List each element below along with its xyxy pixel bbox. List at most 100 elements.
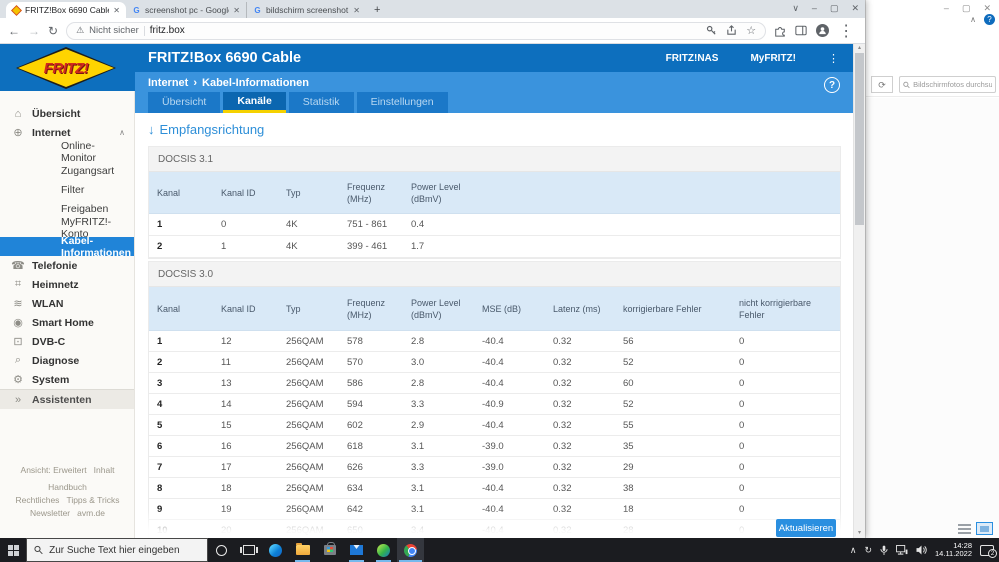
table-row: 5 15 256QAM 602 2.9 -40.4 0.32 55 0: [149, 415, 840, 436]
address-bar[interactable]: ⚠ Nicht sicher fritz.box ☆: [66, 21, 767, 40]
sidebar-item[interactable]: ⌂ Übersicht: [0, 104, 134, 123]
tab-close-icon[interactable]: ✕: [353, 6, 360, 15]
column-header: Kanal: [157, 187, 181, 198]
mail-button[interactable]: [343, 538, 370, 562]
scrollbar[interactable]: ▴ ▾: [853, 44, 865, 538]
minimize-icon[interactable]: –: [812, 3, 817, 13]
tab-search-chevron-icon[interactable]: ∨: [792, 3, 799, 14]
password-key-icon[interactable]: [706, 25, 717, 36]
sidebar-item[interactable]: » Assistenten: [0, 389, 134, 409]
edge-button[interactable]: [262, 538, 289, 562]
sidebar-item-label: Smart Home: [32, 316, 94, 329]
footer-link[interactable]: Ansicht: Erweitert: [21, 465, 87, 475]
sidebar-item[interactable]: Zugangsart: [0, 161, 134, 180]
maximize-icon[interactable]: ▢: [830, 3, 839, 14]
fritz-tab[interactable]: Einstellungen: [356, 92, 448, 113]
back-icon[interactable]: ←: [8, 24, 20, 38]
taskbar-search-input[interactable]: [49, 544, 200, 556]
share-icon[interactable]: [726, 25, 737, 36]
docsis30-header: Kanal Kanal ID Typ Frequenz (MHz) Power Leve…: [149, 287, 840, 331]
clock[interactable]: 14:28 14.11.2022: [935, 541, 972, 559]
forward-icon[interactable]: →: [28, 24, 40, 38]
table-row: 10 20 256QAM 650 3.4 -40.4 0.32 28 0: [149, 520, 840, 538]
scroll-up-icon[interactable]: ▴: [854, 44, 865, 53]
browser-window-controls: ∨ – ▢ ✕: [792, 0, 859, 16]
maximize-icon[interactable]: ▢: [962, 3, 971, 14]
tab-close-icon[interactable]: ✕: [233, 6, 240, 15]
fritz-tab[interactable]: Statistik: [288, 92, 354, 113]
sidebar-item[interactable]: ⌕ Diagnose: [0, 351, 134, 370]
start-button[interactable]: [0, 538, 26, 562]
table-row: 2 11 256QAM 570 3.0 -40.4 0.32 52 0: [149, 352, 840, 373]
reload-icon[interactable]: ↻: [48, 24, 58, 38]
collapse-ribbon-icon[interactable]: ∧: [970, 15, 976, 24]
sidebar-item[interactable]: Online-Monitor: [0, 139, 134, 164]
network-icon[interactable]: [896, 545, 908, 555]
store-button[interactable]: [316, 538, 343, 562]
edge-icon: [269, 543, 282, 557]
side-panel-icon[interactable]: [795, 25, 807, 36]
sidebar-item[interactable]: ⌗ Heimnetz: [0, 275, 134, 294]
sidebar-item[interactable]: Kabel-Informationen: [0, 235, 134, 259]
tab-close-icon[interactable]: ✕: [113, 6, 120, 15]
browser-tab[interactable]: FRITZ!Box 6690 Cable ✕: [6, 2, 126, 18]
sidebar-item[interactable]: ⊡ DVB-C: [0, 332, 134, 351]
footer-link[interactable]: Handbuch: [48, 482, 87, 492]
help-icon[interactable]: ?: [824, 77, 840, 93]
fritz-tab[interactable]: Kanäle: [223, 92, 286, 113]
browser-tab[interactable]: G screenshot pc - Google Suche ✕: [126, 2, 246, 18]
help-icon[interactable]: ?: [984, 14, 995, 25]
browser-tab[interactable]: G bildschirm screenshot erstellen - ✕: [246, 2, 366, 18]
footer-link[interactable]: Rechtliches: [16, 495, 60, 505]
footer-link[interactable]: Tipps & Tricks: [66, 495, 119, 505]
footer-link[interactable]: avm.de: [77, 508, 105, 518]
fritz-nav-link[interactable]: FRITZ!NAS: [666, 53, 719, 64]
task-view-button[interactable]: [235, 538, 262, 562]
extensions-icon[interactable]: [774, 25, 786, 37]
microphone-icon[interactable]: [880, 545, 888, 556]
sidebar-item[interactable]: ☎ Telefonie: [0, 256, 134, 275]
fritz-tab[interactable]: Übersicht: [148, 92, 221, 113]
edge-beta-button[interactable]: [370, 538, 397, 562]
notification-center-icon[interactable]: 2: [980, 544, 997, 558]
sidebar-item[interactable]: ⚙ System: [0, 370, 134, 389]
section-heading[interactable]: ↓ Empfangsrichtung: [148, 122, 853, 137]
sidebar-item[interactable]: Filter: [0, 180, 134, 199]
profile-avatar[interactable]: [816, 24, 830, 37]
fritz-nav-link[interactable]: MyFRITZ!: [750, 53, 796, 64]
file-explorer-button[interactable]: [289, 538, 316, 562]
browser-menu-icon[interactable]: ⋮: [838, 21, 854, 41]
notification-badge: 2: [988, 548, 997, 558]
tray-expand-icon[interactable]: ∧: [850, 545, 857, 556]
update-button[interactable]: Aktualisieren: [776, 519, 836, 537]
sync-icon[interactable]: ↻: [864, 545, 872, 556]
sidebar-item[interactable]: ≋ WLAN: [0, 294, 134, 313]
list-view-icon[interactable]: [958, 523, 971, 534]
photos-view-toggle: [958, 522, 993, 535]
new-tab-button[interactable]: +: [374, 4, 380, 18]
cortana-button[interactable]: [208, 538, 235, 562]
sidebar-item[interactable]: ◉ Smart Home: [0, 313, 134, 332]
sidebar-item-label: Online-Monitor: [61, 139, 97, 164]
tile-view-icon[interactable]: [976, 522, 993, 535]
fritz-nav-links: FRITZ!NAS MyFRITZ!: [666, 53, 796, 64]
taskbar-search[interactable]: [26, 538, 208, 562]
scroll-down-icon[interactable]: ▾: [854, 529, 865, 538]
footer-link[interactable]: Inhalt: [94, 465, 115, 475]
minimize-icon[interactable]: –: [944, 3, 949, 14]
speaker-icon[interactable]: [916, 545, 927, 555]
refresh-button[interactable]: ⟳: [871, 76, 893, 93]
fritz-menu-icon[interactable]: ⋮: [828, 52, 839, 65]
close-icon[interactable]: ✕: [983, 3, 991, 14]
breadcrumb-section[interactable]: Internet: [148, 77, 188, 89]
photos-search-input[interactable]: [913, 80, 992, 89]
fritz-logo[interactable]: FRITZ!: [16, 47, 116, 89]
footer-link[interactable]: Newsletter: [30, 508, 70, 518]
column-header: Latenz (ms): [553, 303, 601, 314]
photos-search[interactable]: [899, 76, 996, 93]
sidebar-item-icon: ⌂: [14, 107, 22, 120]
bookmark-star-icon[interactable]: ☆: [746, 24, 756, 37]
chrome-button[interactable]: [397, 538, 424, 562]
scrollbar-thumb[interactable]: [855, 53, 864, 225]
close-icon[interactable]: ✕: [851, 3, 859, 14]
